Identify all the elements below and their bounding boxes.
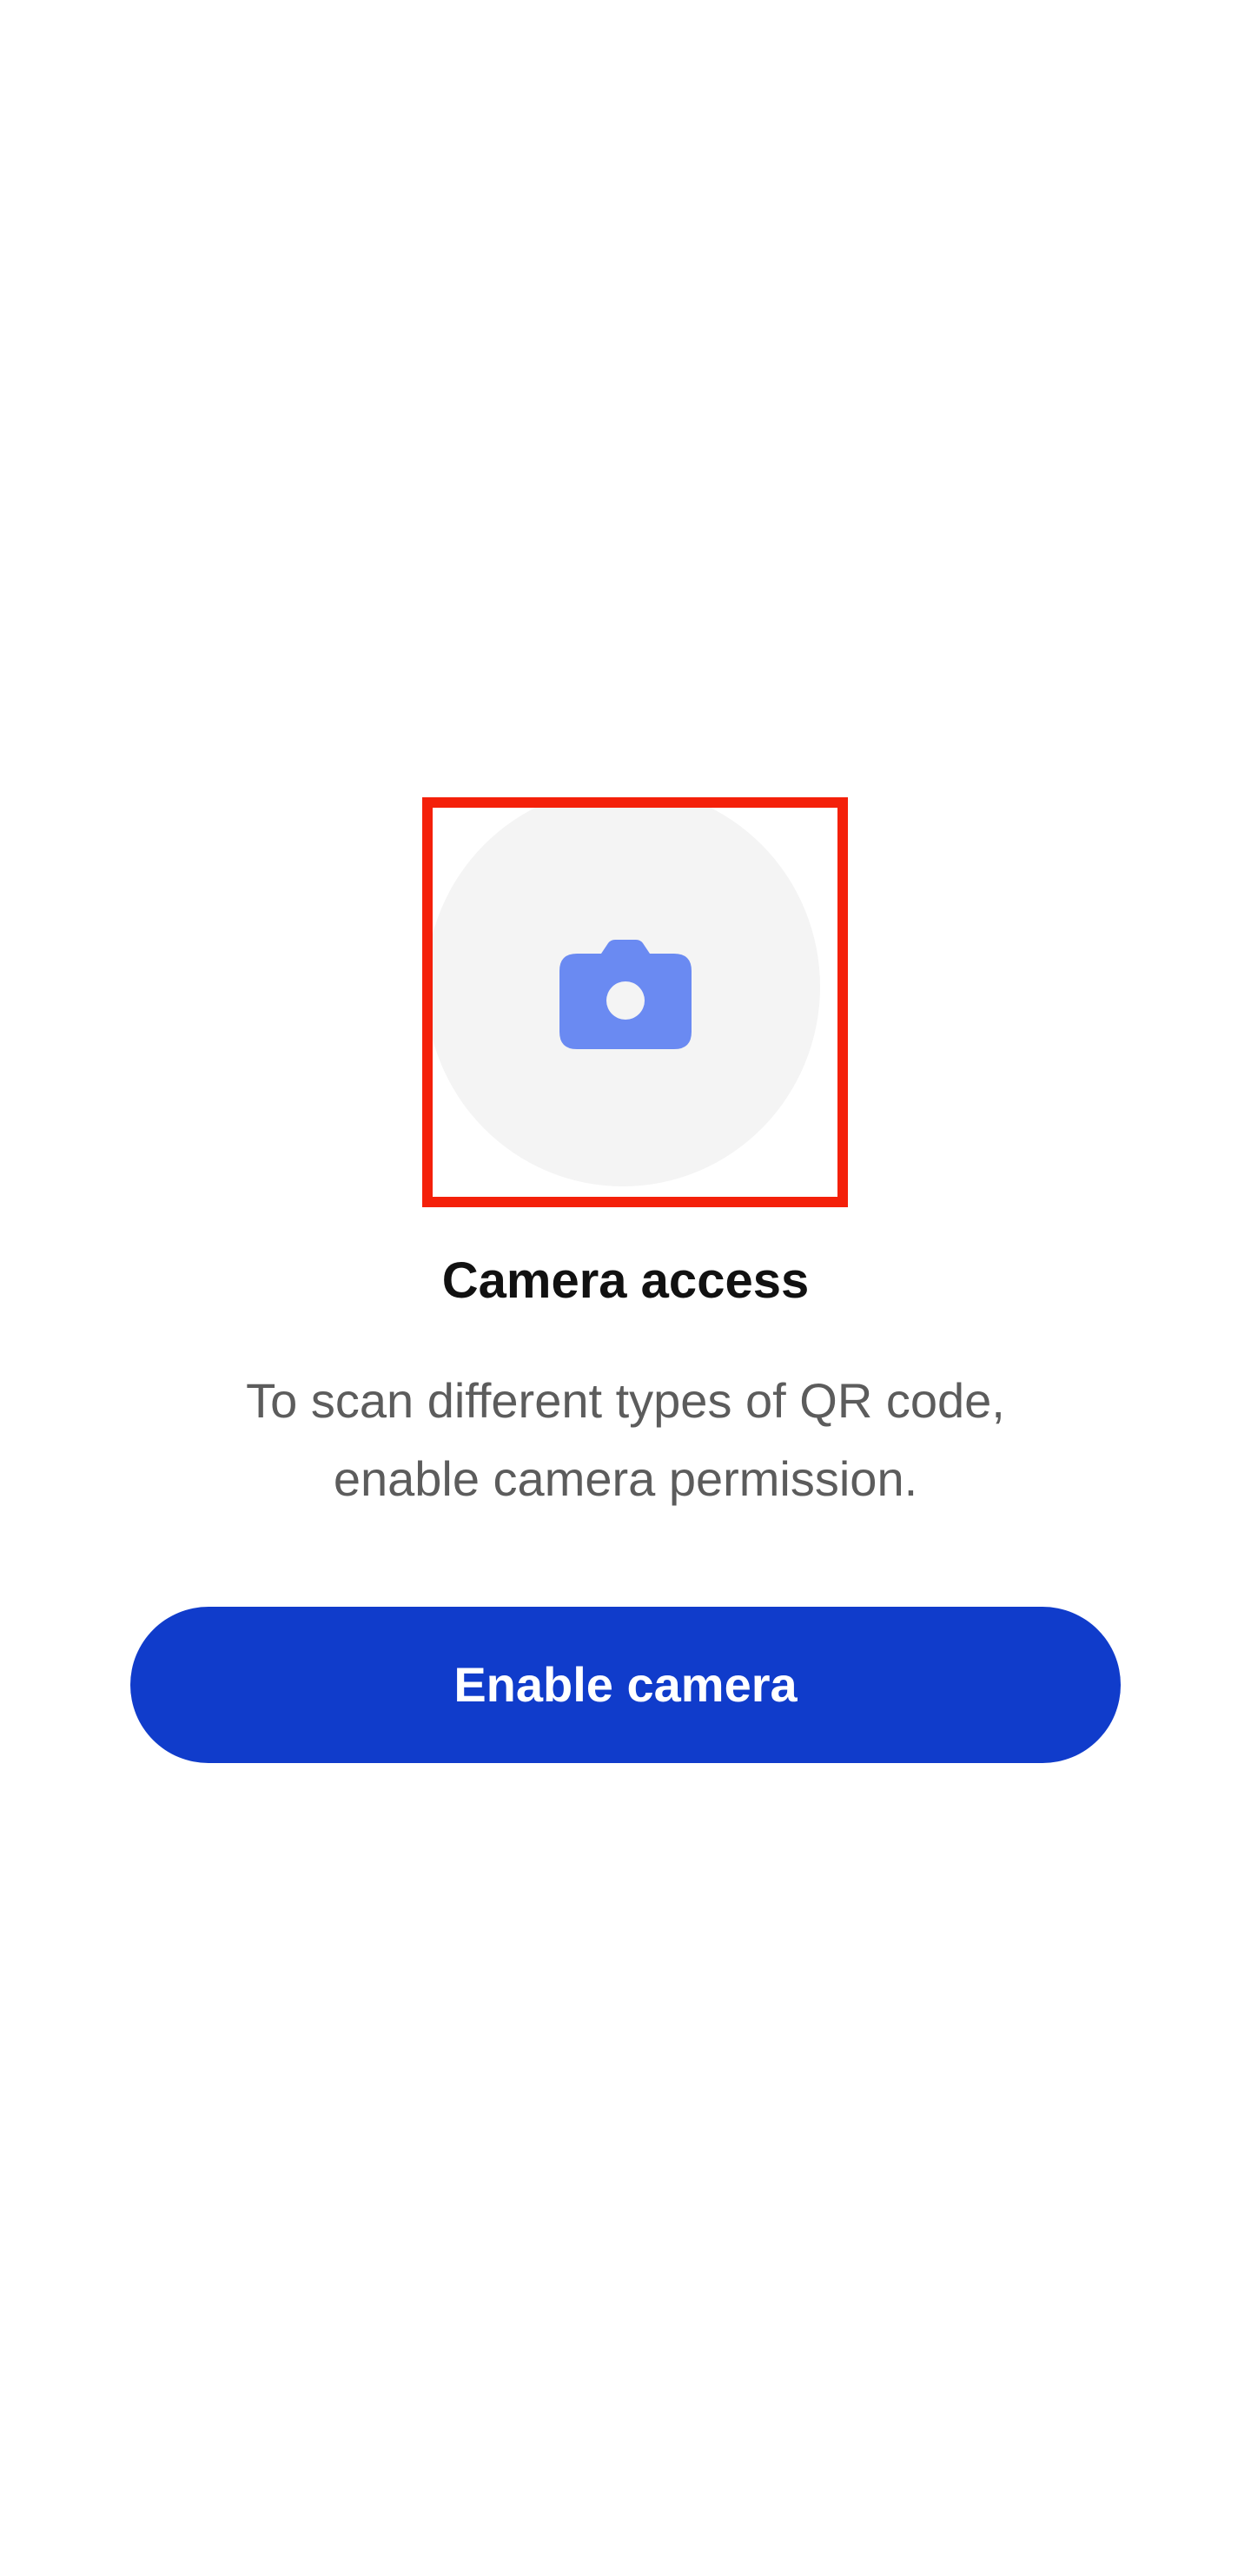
permission-description: To scan different types of QR code, enab… xyxy=(156,1362,1095,1518)
enable-camera-button[interactable]: Enable camera xyxy=(130,1607,1121,1763)
description-line-2: enable camera permission. xyxy=(333,1451,918,1506)
description-line-1: To scan different types of QR code, xyxy=(246,1373,1005,1428)
highlight-box xyxy=(422,797,848,1207)
camera-permission-screen: Camera access To scan different types of… xyxy=(0,0,1251,2576)
page-title: Camera access xyxy=(441,1252,810,1309)
